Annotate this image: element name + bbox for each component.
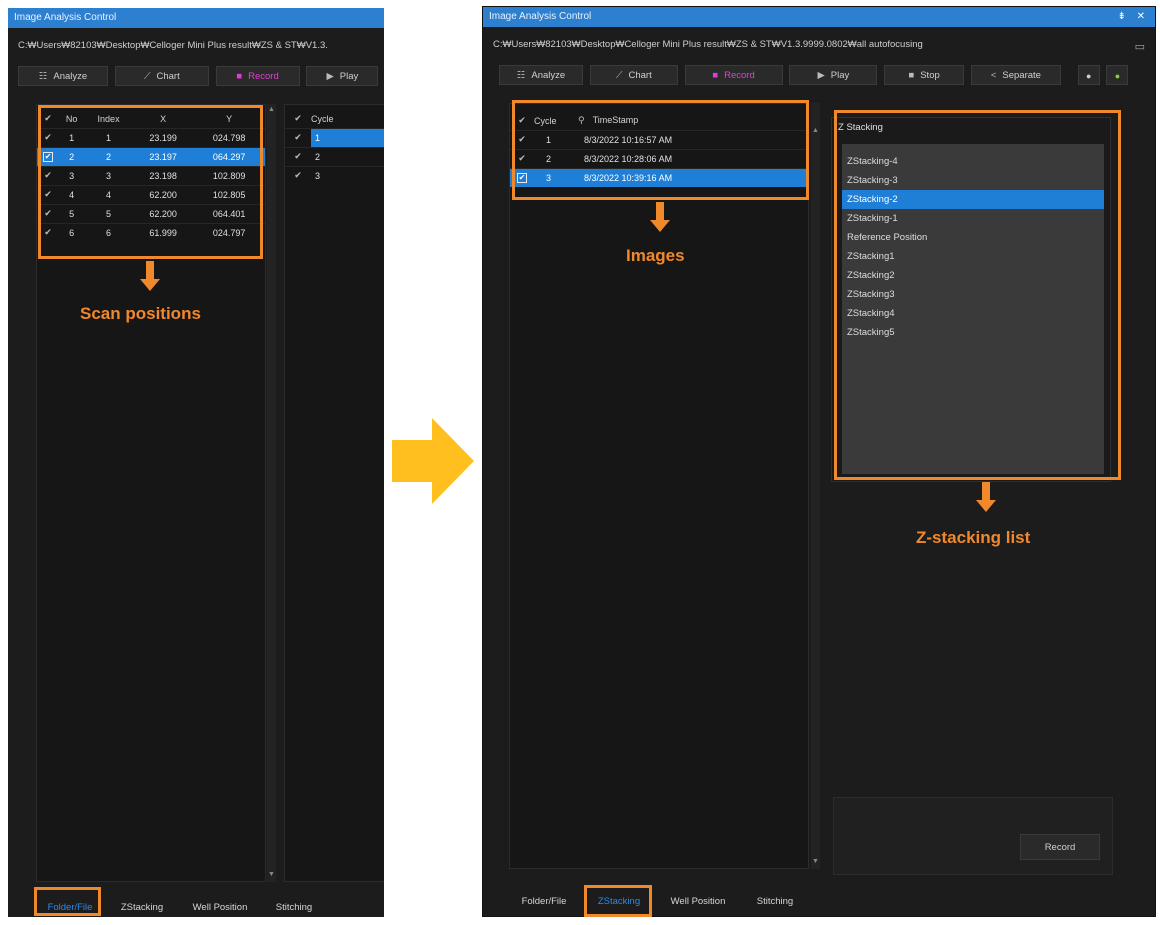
folder-tab-callout <box>34 887 101 916</box>
row-checkbox[interactable]: ✔ <box>285 127 311 147</box>
column-header: Cycle <box>311 113 334 124</box>
zstacking-arrow-icon <box>976 500 996 512</box>
toolbar: ☷ Analyze ⟋ Chart ■ Record ▶ Play ■ Stop < Sep… <box>499 65 1132 85</box>
zstacking-callout <box>834 110 1121 480</box>
folder-icon[interactable]: ▭ <box>1135 40 1145 53</box>
zstack-record-button[interactable]: Record <box>1020 834 1100 860</box>
scan-positions-arrow-icon <box>140 279 160 291</box>
images-grid-scrollbar[interactable]: ▲ ▼ <box>811 103 820 869</box>
images-label: Images <box>626 246 685 265</box>
chart-button[interactable]: ⟋ Chart <box>589 65 678 85</box>
chart-icon: ⟋ <box>143 71 151 82</box>
scroll-up-icon[interactable]: ▲ <box>267 106 276 113</box>
separate-button[interactable]: < Separate <box>970 65 1061 85</box>
table-row[interactable]: ✔ 3 <box>285 165 384 185</box>
scroll-down-icon[interactable]: ▼ <box>811 858 820 865</box>
scan-positions-label: Scan positions <box>80 304 201 323</box>
scan-positions-arrow-stem <box>146 261 154 279</box>
images-arrow-stem <box>656 202 664 220</box>
play-button[interactable]: ▶ Play <box>306 66 379 86</box>
analyze-icon: ☷ <box>38 71 48 82</box>
analyze-button[interactable]: ☷ Analyze <box>499 65 583 85</box>
row-checkbox[interactable]: ✔ <box>285 165 311 185</box>
chart-icon: ⟋ <box>615 70 623 81</box>
play-icon: ▶ <box>326 71 334 82</box>
zstacking-arrow-stem <box>982 482 990 500</box>
separate-icon: < <box>990 70 997 81</box>
stop-icon: ■ <box>908 70 915 81</box>
tab-well-position[interactable]: Well Position <box>661 890 735 914</box>
check-icon: ✔ <box>294 113 302 124</box>
stop-button[interactable]: ■ Stop <box>884 65 965 85</box>
folder-path: C:₩Users₩82103₩Desktop₩Celloger Mini Plu… <box>493 39 1145 53</box>
window-buttons[interactable]: ⇟ ✕ <box>1117 7 1149 27</box>
zstacking-label: Z-stacking list <box>916 528 1031 547</box>
analyze-icon: ☷ <box>516 70 526 81</box>
scan-grid-scrollbar[interactable]: ▲ ▼ <box>267 104 276 882</box>
window-title: Image Analysis Control <box>8 8 384 28</box>
record-area: Record <box>833 797 1113 875</box>
tab-zstacking[interactable]: ZStacking <box>112 896 172 917</box>
record-icon: ■ <box>236 71 243 82</box>
status-icon[interactable]: ● <box>1106 65 1129 85</box>
chart-button[interactable]: ⟋ Chart <box>114 66 209 86</box>
analyze-button[interactable]: ☷ Analyze <box>18 66 108 86</box>
window-title: Image Analysis Control ⇟ ✕ <box>483 7 1155 27</box>
images-callout <box>512 100 809 200</box>
folder-path: C:₩Users₩82103₩Desktop₩Celloger Mini Plu… <box>18 40 328 51</box>
record-button[interactable]: ■ Record <box>684 65 783 85</box>
zstacking-tab-callout <box>584 885 652 917</box>
cycle-table: ✔ Cycle ✔ 1 ✔ 2 ✔ 3 <box>285 110 384 185</box>
tab-folder-file[interactable]: Folder/File <box>511 890 577 914</box>
cell: 1 <box>311 127 384 147</box>
scroll-up-icon[interactable]: ▲ <box>811 127 820 134</box>
cycle-grid: ✔ Cycle ✔ 1 ✔ 2 ✔ 3 <box>284 104 384 882</box>
options-icon[interactable]: ● <box>1077 65 1100 85</box>
check-icon: ✔ <box>294 132 302 142</box>
table-row[interactable]: ✔ 2 <box>285 146 384 166</box>
record-button[interactable]: ■ Record <box>215 66 300 86</box>
row-checkbox[interactable]: ✔ <box>285 146 311 166</box>
record-icon: ■ <box>712 70 719 81</box>
tab-well-position[interactable]: Well Position <box>184 896 256 917</box>
check-all-column[interactable]: ✔ <box>285 110 311 128</box>
scan-positions-callout <box>38 105 263 259</box>
tab-stitching[interactable]: Stitching <box>264 896 324 917</box>
table-row[interactable]: ✔ 1 <box>285 127 384 147</box>
cycle-table-header: ✔ Cycle <box>285 110 384 128</box>
cell: 2 <box>311 146 384 166</box>
scroll-down-icon[interactable]: ▼ <box>267 871 276 878</box>
check-icon: ✔ <box>294 151 302 161</box>
toolbar: ☷ Analyze ⟋ Chart ■ Record ▶ Play <box>18 66 382 86</box>
check-icon: ✔ <box>294 170 302 181</box>
play-button[interactable]: ▶ Play <box>789 65 878 85</box>
cell: 3 <box>311 165 384 185</box>
play-icon: ▶ <box>817 70 825 81</box>
images-arrow-icon <box>650 220 670 232</box>
tab-stitching[interactable]: Stitching <box>745 890 805 914</box>
big-right-arrow-icon <box>392 418 474 504</box>
